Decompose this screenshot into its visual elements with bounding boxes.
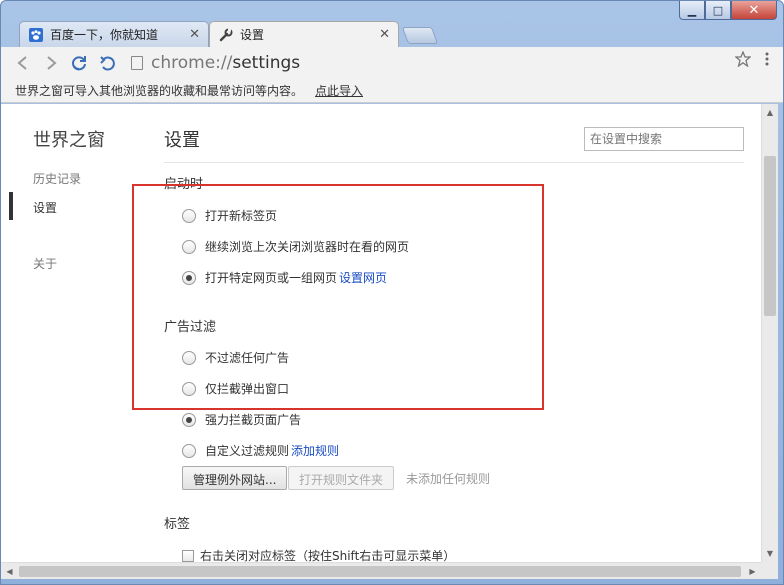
tab-baidu[interactable]: 百度一下，你就知道 ✕: [19, 21, 209, 47]
browser-window: ▁ □ ✕ 百度一下，你就知道 ✕ 设置 ✕ chrome://settings…: [0, 0, 784, 585]
sidebar: 世界之窗 历史记录 设置 关于: [1, 104, 121, 562]
close-window-button[interactable]: ✕: [731, 1, 777, 20]
scroll-left-icon[interactable]: ◀: [1, 563, 18, 580]
scroll-thumb[interactable]: [19, 566, 741, 577]
undo-icon[interactable]: [93, 51, 121, 75]
sidebar-item-about[interactable]: 关于: [33, 255, 57, 272]
paw-icon: [28, 27, 44, 43]
scroll-right-icon[interactable]: ▶: [744, 563, 761, 580]
adfilter-highlight-box: [132, 184, 544, 410]
settings-search-input[interactable]: [584, 127, 744, 151]
vertical-scrollbar[interactable]: ▲ ▼: [761, 104, 778, 562]
tab-strip: 百度一下，你就知道 ✕ 设置 ✕: [1, 19, 783, 47]
window-caption-buttons: ▁ □ ✕: [679, 1, 777, 20]
adfilter-option-strong[interactable]: 强力拦截页面广告: [182, 411, 301, 428]
menu-icon[interactable]: [761, 51, 773, 70]
no-rules-hint: 未添加任何规则: [406, 472, 491, 486]
brand-title: 世界之窗: [33, 130, 105, 151]
sidebar-active-indicator: [9, 192, 13, 220]
radio-button[interactable]: [182, 443, 196, 458]
back-icon[interactable]: [9, 51, 37, 75]
wrench-icon: [218, 27, 234, 43]
forward-icon[interactable]: [37, 51, 65, 75]
star-icon[interactable]: [734, 50, 752, 70]
url-text[interactable]: chrome://settings: [151, 53, 300, 73]
tab-close-icon[interactable]: ✕: [189, 27, 200, 42]
scroll-corner: [761, 562, 778, 579]
reload-icon[interactable]: [65, 51, 93, 75]
radio-button-selected[interactable]: [182, 412, 196, 427]
tab-settings[interactable]: 设置 ✕: [209, 21, 399, 47]
new-tab-button[interactable]: [401, 27, 439, 44]
tabs-section-title: 标签: [164, 517, 191, 532]
horizontal-scrollbar[interactable]: ◀ ▶: [1, 562, 761, 579]
address-bar[interactable]: chrome://settings: [131, 51, 719, 75]
checkbox[interactable]: [182, 549, 194, 562]
add-rule-link[interactable]: 添加规则: [291, 442, 339, 459]
divider: [164, 162, 744, 163]
page-title: 设置: [164, 130, 200, 151]
tab-title: 百度一下，你就知道: [50, 28, 159, 42]
page-icon: [131, 56, 143, 70]
tab-close-icon[interactable]: ✕: [379, 27, 390, 42]
right-click-close-tab-option[interactable]: 右击关闭对应标签（按住Shift右击可显示菜单）: [182, 547, 455, 562]
minimize-button[interactable]: ▁: [679, 1, 705, 20]
tab-title: 设置: [240, 28, 265, 42]
toolbar: chrome://settings: [1, 47, 783, 79]
open-rules-folder-button[interactable]: 打开规则文件夹: [288, 466, 395, 490]
scroll-down-icon[interactable]: ▼: [762, 545, 778, 562]
import-infobar: 世界之窗可导入其他浏览器的收藏和最常访问等内容。 点此导入: [1, 79, 783, 103]
adfilter-option-custom[interactable]: 自定义过滤规则 添加规则: [182, 442, 339, 459]
sidebar-item-settings[interactable]: 设置: [33, 199, 57, 216]
import-link[interactable]: 点此导入: [315, 82, 363, 99]
maximize-button[interactable]: □: [705, 1, 731, 20]
manage-exceptions-button[interactable]: 管理例外网站...: [182, 466, 288, 490]
sidebar-item-history[interactable]: 历史记录: [33, 170, 81, 187]
scroll-thumb[interactable]: [764, 156, 776, 316]
scroll-up-icon[interactable]: ▲: [762, 104, 778, 121]
infobar-text: 世界之窗可导入其他浏览器的收藏和最常访问等内容。: [15, 84, 304, 98]
